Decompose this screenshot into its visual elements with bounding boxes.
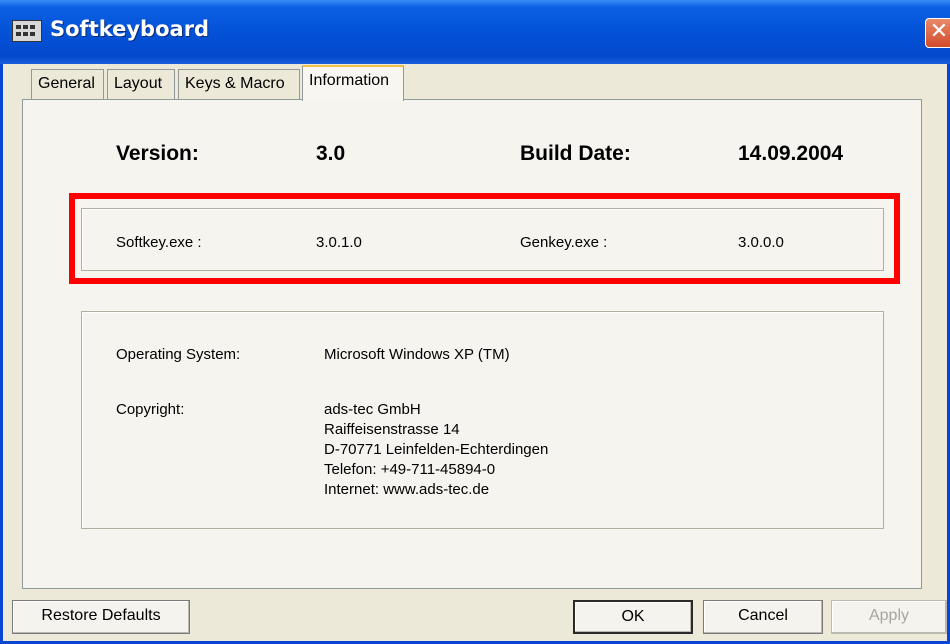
copyright-line: Telefon: +49-711-45894-0 [324,461,496,478]
tab-layout[interactable]: Layout [107,69,175,99]
tab-general[interactable]: General [31,69,104,99]
os-label: Operating System: [116,346,241,363]
os-value: Microsoft Windows XP (TM) [324,346,510,363]
genkey-version: 3.0.0.0 [738,234,784,251]
ok-button[interactable]: OK [573,600,693,634]
close-icon[interactable]: ✕ [925,18,950,48]
build-date-value: 14.09.2004 [738,142,844,165]
copyright-line: ads-tec GmbH [324,401,421,418]
tab-keys-macro[interactable]: Keys & Macro [178,69,300,99]
build-date-label: Build Date: [520,142,631,165]
restore-defaults-button[interactable]: Restore Defaults [12,600,190,634]
version-value: 3.0 [316,142,346,165]
tab-information[interactable]: Information [302,65,404,101]
softkeyboard-window: Softkeyboard ✕ General Layout Keys & Mac… [0,0,950,644]
title-bar[interactable]: Softkeyboard ✕ [0,0,950,64]
version-label: Version: [116,142,199,165]
copyright-line: Raiffeisenstrasse 14 [324,421,460,438]
copyright-line: D-70771 Leinfelden-Echterdingen [324,441,549,458]
window-title: Softkeyboard [50,17,210,41]
softkey-version: 3.0.1.0 [316,234,362,251]
keyboard-icon [12,20,42,42]
copyright-line: Internet: www.ads-tec.de [324,481,490,498]
copyright-label: Copyright: [116,401,185,418]
cancel-button[interactable]: Cancel [703,600,823,634]
apply-button[interactable]: Apply [831,600,947,634]
softkey-label: Softkey.exe : [116,234,202,251]
genkey-label: Genkey.exe : [520,234,608,251]
